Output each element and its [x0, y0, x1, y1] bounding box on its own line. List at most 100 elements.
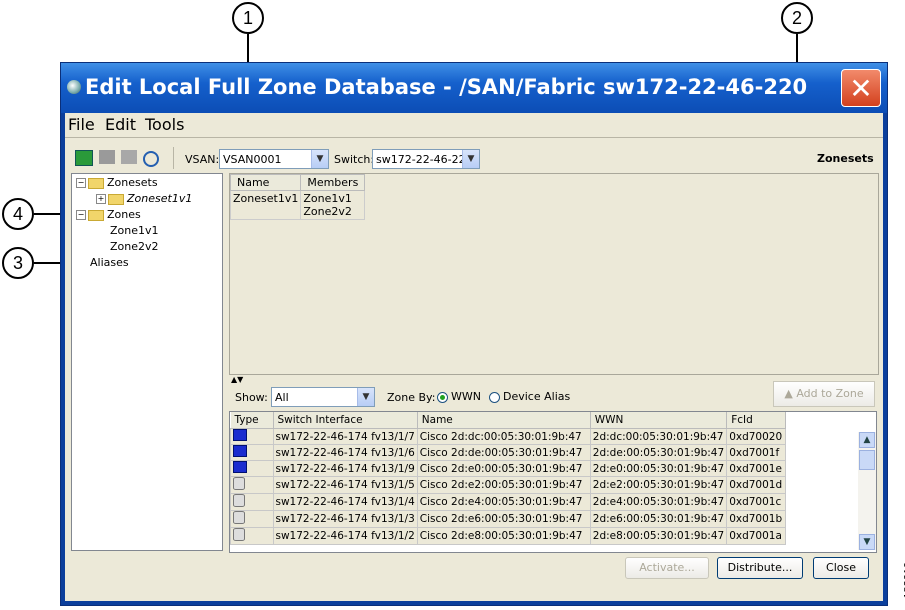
switch-interface-cell[interactable]: sw172-22-46-174 fv13/1/4: [272, 493, 418, 511]
type-cell[interactable]: [230, 510, 274, 528]
wwn-radio-label: WWN: [451, 390, 481, 403]
scroll-thumb[interactable]: [859, 450, 875, 470]
column-header-type[interactable]: Type: [230, 412, 274, 429]
type-cell[interactable]: [230, 428, 274, 445]
name-cell[interactable]: Cisco 2d:e6:00:05:30:01:9b:47: [416, 510, 591, 528]
type-cell[interactable]: [230, 460, 274, 477]
menu-edit[interactable]: Edit: [105, 115, 136, 134]
switch-interface-cell[interactable]: sw172-22-46-174 fv13/1/3: [272, 510, 418, 528]
callout-4: 4: [2, 198, 34, 230]
fcid-cell[interactable]: 0xd7001b: [726, 510, 787, 528]
distribute-button[interactable]: Distribute...: [717, 557, 803, 579]
table-row[interactable]: sw172-22-46-174 fv13/1/4 Cisco 2d:e4:00:0…: [230, 493, 787, 511]
vsan-select[interactable]: VSAN0001 ▼: [219, 149, 329, 169]
edit-zone-database-window: Edit Local Full Zone Database - /SAN/Fab…: [60, 62, 888, 606]
table-row[interactable]: sw172-22-46-174 fv13/1/3 Cisco 2d:e6:00:0…: [230, 510, 787, 528]
wwn-cell[interactable]: 2d:e2:00:05:30:01:9b:47: [589, 476, 728, 494]
name-cell[interactable]: Cisco 2d:e8:00:05:30:01:9b:47: [416, 527, 591, 545]
type-cell[interactable]: [230, 444, 274, 461]
scroll-up-icon[interactable]: ▲: [859, 432, 875, 448]
zone-by-label: Zone By:: [387, 391, 436, 404]
type-cell[interactable]: [230, 527, 274, 545]
switch-interface-cell[interactable]: sw172-22-46-174 fv13/1/7: [272, 428, 418, 445]
add-to-zone-button[interactable]: ▲ Add to Zone: [773, 381, 875, 407]
menu-tools[interactable]: Tools: [145, 115, 184, 134]
switch-interface-cell[interactable]: sw172-22-46-174 fv13/1/9: [272, 460, 418, 477]
close-window-button[interactable]: ✕: [841, 69, 881, 107]
wwn-cell[interactable]: 2d:e8:00:05:30:01:9b:47: [589, 527, 728, 545]
title-bar[interactable]: Edit Local Full Zone Database - /SAN/Fab…: [61, 63, 887, 113]
host-icon: [233, 445, 247, 457]
insert-icon[interactable]: [99, 150, 115, 164]
refresh-icon[interactable]: [143, 151, 159, 167]
add-to-zone-label: Add to Zone: [796, 387, 864, 400]
table-row[interactable]: sw172-22-46-174 fv13/1/7 Cisco 2d:dc:00:0…: [230, 428, 787, 445]
fcid-cell[interactable]: 0xd7001e: [726, 460, 787, 477]
device-alias-radio[interactable]: Device Alias: [489, 390, 570, 403]
wwn-cell[interactable]: 2d:e4:00:05:30:01:9b:47: [589, 493, 728, 511]
vertical-scrollbar[interactable]: ▲ ▼: [858, 432, 876, 550]
table-row[interactable]: sw172-22-46-174 fv13/1/5 Cisco 2d:e2:00:0…: [230, 476, 787, 494]
tree-label: Zonesets: [107, 176, 158, 189]
tree-node-aliases[interactable]: Aliases: [90, 256, 129, 269]
fcid-cell[interactable]: 0xd7001f: [726, 444, 787, 461]
device-alias-radio-label: Device Alias: [503, 390, 571, 403]
tree-label: Zones: [107, 208, 141, 221]
disk-icon: [233, 494, 245, 507]
collapse-icon[interactable]: −: [76, 178, 86, 188]
show-select[interactable]: All ▼: [271, 387, 375, 407]
activate-button[interactable]: Activate...: [625, 557, 709, 579]
switch-interface-cell[interactable]: sw172-22-46-174 fv13/1/2: [272, 527, 418, 545]
column-header-switch-interface[interactable]: Switch Interface: [273, 412, 418, 429]
zoneset-members-cell[interactable]: Zone1v1 Zone2v2: [300, 190, 366, 220]
fcid-cell[interactable]: 0xd7001c: [726, 493, 787, 511]
switch-interface-cell[interactable]: sw172-22-46-174 fv13/1/6: [272, 444, 418, 461]
table-row[interactable]: sw172-22-46-174 fv13/1/9 Cisco 2d:e0:00:0…: [230, 460, 787, 477]
tree-node-zoneset1v1[interactable]: + Zoneset1v1: [96, 192, 192, 205]
column-header-members[interactable]: Members: [300, 174, 366, 191]
disk-icon: [233, 528, 245, 541]
fcid-cell[interactable]: 0xd7001a: [726, 527, 787, 545]
column-header-wwn[interactable]: WWN: [590, 412, 728, 429]
switch-interface-cell[interactable]: sw172-22-46-174 fv13/1/5: [272, 476, 418, 494]
fcid-cell[interactable]: 0xd7001d: [726, 476, 787, 494]
tree-node-zones[interactable]: − Zones: [76, 208, 141, 221]
zone-tree: − Zonesets + Zoneset1v1 − Zones Zone1v1 Zon…: [71, 173, 223, 551]
chevron-down-icon: ▼: [462, 150, 479, 168]
name-cell[interactable]: Cisco 2d:e2:00:05:30:01:9b:47: [416, 476, 591, 494]
export-icon[interactable]: [121, 150, 137, 164]
zoneset-name-cell[interactable]: Zoneset1v1: [229, 190, 302, 220]
tree-node-zone1v1[interactable]: Zone1v1: [110, 224, 159, 237]
column-header-fcid[interactable]: FcId: [726, 412, 787, 429]
refresh-green-icon[interactable]: [75, 150, 93, 166]
name-cell[interactable]: Cisco 2d:e0:00:05:30:01:9b:47: [416, 460, 591, 477]
scroll-down-icon[interactable]: ▼: [859, 534, 875, 550]
collapse-icon[interactable]: −: [76, 210, 86, 220]
column-header-name[interactable]: Name: [417, 412, 591, 429]
type-cell[interactable]: [230, 476, 274, 494]
tree-node-zone2v2[interactable]: Zone2v2: [110, 240, 159, 253]
show-label: Show:: [235, 391, 268, 404]
host-icon: [233, 461, 247, 473]
type-cell[interactable]: [230, 493, 274, 511]
wwn-cell[interactable]: 2d:de:00:05:30:01:9b:47: [589, 444, 728, 461]
wwn-radio[interactable]: WWN: [437, 390, 481, 403]
table-row[interactable]: Zoneset1v1 Zone1v1 Zone2v2: [229, 190, 366, 220]
wwn-cell[interactable]: 2d:e0:00:05:30:01:9b:47: [589, 460, 728, 477]
table-row[interactable]: sw172-22-46-174 fv13/1/6 Cisco 2d:de:00:0…: [230, 444, 787, 461]
tree-node-zonesets[interactable]: − Zonesets: [76, 176, 158, 189]
column-header-name[interactable]: Name: [229, 174, 302, 191]
wwn-cell[interactable]: 2d:e6:00:05:30:01:9b:47: [589, 510, 728, 528]
name-cell[interactable]: Cisco 2d:e4:00:05:30:01:9b:47: [416, 493, 591, 511]
menu-file[interactable]: File: [68, 115, 95, 134]
expand-icon[interactable]: +: [96, 194, 106, 204]
tree-label: Zone2v2: [110, 240, 159, 253]
fcid-cell[interactable]: 0xd70020: [726, 428, 787, 445]
wwn-cell[interactable]: 2d:dc:00:05:30:01:9b:47: [589, 428, 728, 445]
name-cell[interactable]: Cisco 2d:de:00:05:30:01:9b:47: [416, 444, 591, 461]
name-cell[interactable]: Cisco 2d:dc:00:05:30:01:9b:47: [416, 428, 591, 445]
callout-label: 4: [12, 203, 23, 224]
switch-select[interactable]: sw172-22-46-220 ▼: [372, 149, 480, 169]
table-row[interactable]: sw172-22-46-174 fv13/1/2 Cisco 2d:e8:00:0…: [230, 527, 787, 545]
close-button[interactable]: Close: [813, 557, 869, 579]
